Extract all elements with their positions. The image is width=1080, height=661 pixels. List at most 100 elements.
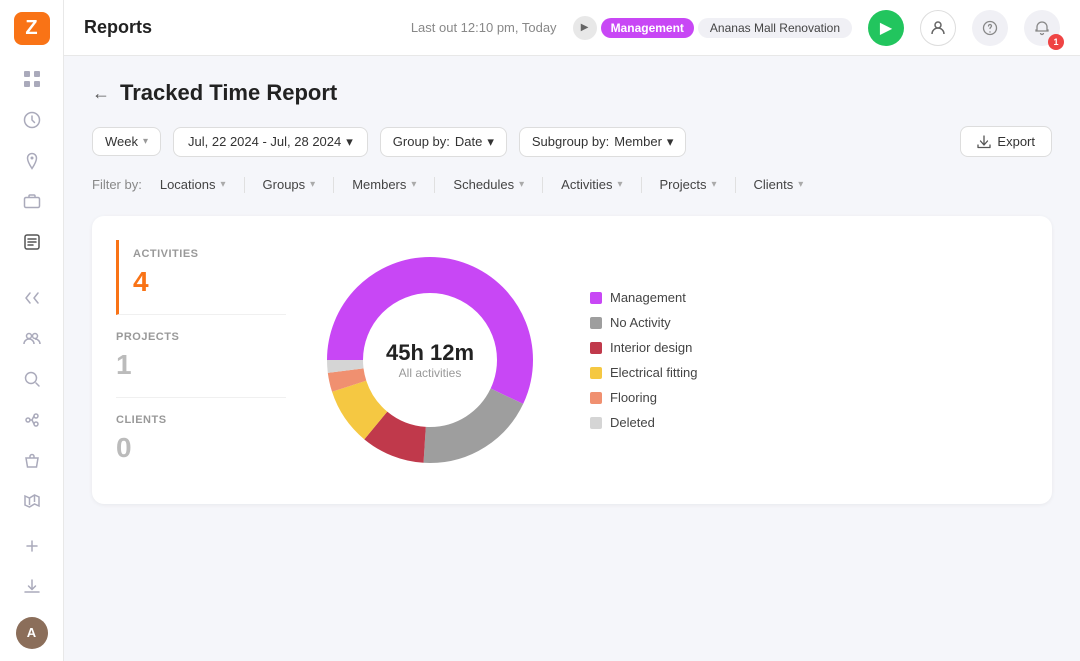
last-out-info: Last out 12:10 pm, Today <box>411 20 557 35</box>
stats-column: ACTIVITIES 4 PROJECTS 1 CLIENTS 0 <box>116 240 286 480</box>
sidebar: Z A <box>0 0 64 661</box>
week-chevron-icon: ▾ <box>143 136 148 147</box>
activities-filter-label: Activities <box>561 177 612 192</box>
legend-dot-no-activity <box>590 317 602 329</box>
group-by-selector[interactable]: Group by: Date ▾ <box>380 127 507 157</box>
date-range-selector[interactable]: Jul, 22 2024 - Jul, 28 2024 ▾ <box>173 127 368 157</box>
page-title: Tracked Time Report <box>120 80 337 106</box>
topbar: Reports Last out 12:10 pm, Today ▶ Manag… <box>64 0 1080 56</box>
projects-filter-label: Projects <box>660 177 707 192</box>
topbar-title: Reports <box>84 17 395 38</box>
workspace-play-icon: ▶ <box>573 16 597 40</box>
members-filter[interactable]: Members ▾ <box>344 173 424 196</box>
legend-item-interior-design: Interior design <box>590 340 697 355</box>
legend-item-no-activity: No Activity <box>590 315 697 330</box>
activities-filter[interactable]: Activities ▾ <box>553 173 630 196</box>
group-by-value: Date <box>455 134 482 149</box>
legend-label-management: Management <box>610 290 686 305</box>
divider <box>542 177 543 193</box>
members-filter-label: Members <box>352 177 406 192</box>
groups-filter-label: Groups <box>263 177 306 192</box>
locations-filter[interactable]: Locations ▾ <box>152 173 234 196</box>
subgroup-by-label: Subgroup by: <box>532 134 609 149</box>
clients-filter-label: Clients <box>754 177 794 192</box>
export-label: Export <box>997 134 1035 149</box>
legend-dot-interior-design <box>590 342 602 354</box>
projects-chevron-icon: ▾ <box>711 179 716 190</box>
projects-stat-label: PROJECTS <box>116 331 286 343</box>
schedules-filter[interactable]: Schedules ▾ <box>445 173 532 196</box>
divider <box>641 177 642 193</box>
date-range-label: Jul, 22 2024 - Jul, 28 2024 <box>188 134 341 149</box>
sidebar-item-collapse[interactable] <box>12 279 52 316</box>
divider <box>735 177 736 193</box>
avatar[interactable]: A <box>16 617 48 649</box>
sidebar-item-dashboard[interactable] <box>12 61 52 98</box>
notification-badge: 1 <box>1048 34 1064 50</box>
sidebar-item-bag[interactable] <box>12 442 52 479</box>
members-chevron-icon: ▾ <box>411 179 416 190</box>
clients-chevron-icon: ▾ <box>798 179 803 190</box>
donut-total-label: All activities <box>386 366 474 380</box>
back-button[interactable]: ← <box>92 83 110 104</box>
projects-stat-card: PROJECTS 1 <box>116 315 286 398</box>
legend-item-deleted: Deleted <box>590 415 697 430</box>
legend-item-management: Management <box>590 290 697 305</box>
divider <box>434 177 435 193</box>
app-logo[interactable]: Z <box>14 12 50 45</box>
sidebar-item-integrations[interactable] <box>12 402 52 439</box>
subgroup-by-selector[interactable]: Subgroup by: Member ▾ <box>519 127 687 157</box>
notifications-area: 1 <box>1024 10 1060 46</box>
groups-filter[interactable]: Groups ▾ <box>255 173 324 196</box>
schedules-filter-label: Schedules <box>453 177 514 192</box>
sidebar-item-download[interactable] <box>12 568 52 605</box>
sidebar-item-reports[interactable] <box>12 224 52 261</box>
week-label: Week <box>105 134 138 149</box>
group-by-label: Group by: <box>393 134 450 149</box>
locations-chevron-icon: ▾ <box>221 179 226 190</box>
export-button[interactable]: Export <box>960 126 1052 157</box>
chart-area: 45h 12m All activities Management No Act… <box>310 240 1028 480</box>
chart-legend: Management No Activity Interior design E… <box>590 290 697 430</box>
legend-label-no-activity: No Activity <box>610 315 671 330</box>
legend-dot-flooring <box>590 392 602 404</box>
sidebar-item-location[interactable] <box>12 142 52 179</box>
projects-filter[interactable]: Projects ▾ <box>652 173 725 196</box>
week-selector[interactable]: Week ▾ <box>92 127 161 156</box>
legend-dot-deleted <box>590 417 602 429</box>
legend-label-flooring: Flooring <box>610 390 657 405</box>
user-profile-button[interactable] <box>920 10 956 46</box>
donut-total-time: 45h 12m <box>386 340 474 366</box>
page-header: ← Tracked Time Report <box>92 80 1052 106</box>
sidebar-item-briefcase[interactable] <box>12 183 52 220</box>
activities-stat-label: ACTIVITIES <box>133 248 286 260</box>
clients-filter[interactable]: Clients ▾ <box>746 173 812 196</box>
subgroup-by-value: Member <box>614 134 662 149</box>
start-timer-button[interactable]: ▶ <box>868 10 904 46</box>
clients-stat-value: 0 <box>116 432 286 464</box>
date-chevron-icon: ▾ <box>346 134 353 150</box>
activities-stat-value: 4 <box>133 266 286 298</box>
divider <box>244 177 245 193</box>
workspace-selector[interactable]: ▶ Management Ananas Mall Renovation <box>573 16 852 40</box>
projects-stat-value: 1 <box>116 349 286 381</box>
help-button[interactable] <box>972 10 1008 46</box>
legend-label-electrical-fitting: Electrical fitting <box>610 365 697 380</box>
clients-stat-card: CLIENTS 0 <box>116 398 286 480</box>
group-by-chevron-icon: ▾ <box>487 134 494 150</box>
groups-chevron-icon: ▾ <box>310 179 315 190</box>
subgroup-by-chevron-icon: ▾ <box>667 134 674 150</box>
sidebar-item-time[interactable] <box>12 102 52 139</box>
sidebar-item-map[interactable] <box>12 483 52 520</box>
legend-item-electrical-fitting: Electrical fitting <box>590 365 697 380</box>
legend-label-deleted: Deleted <box>610 415 655 430</box>
stats-chart-section: ACTIVITIES 4 PROJECTS 1 CLIENTS 0 <box>92 216 1052 504</box>
sidebar-item-expand[interactable] <box>12 528 52 565</box>
legend-item-flooring: Flooring <box>590 390 697 405</box>
filterby-row: Filter by: Locations ▾ Groups ▾ Members … <box>92 173 1052 196</box>
sidebar-item-search-user[interactable] <box>12 361 52 398</box>
controls-row: Week ▾ Jul, 22 2024 - Jul, 28 2024 ▾ Gro… <box>92 126 1052 157</box>
divider <box>333 177 334 193</box>
sidebar-item-team[interactable] <box>12 320 52 357</box>
clients-stat-label: CLIENTS <box>116 414 286 426</box>
